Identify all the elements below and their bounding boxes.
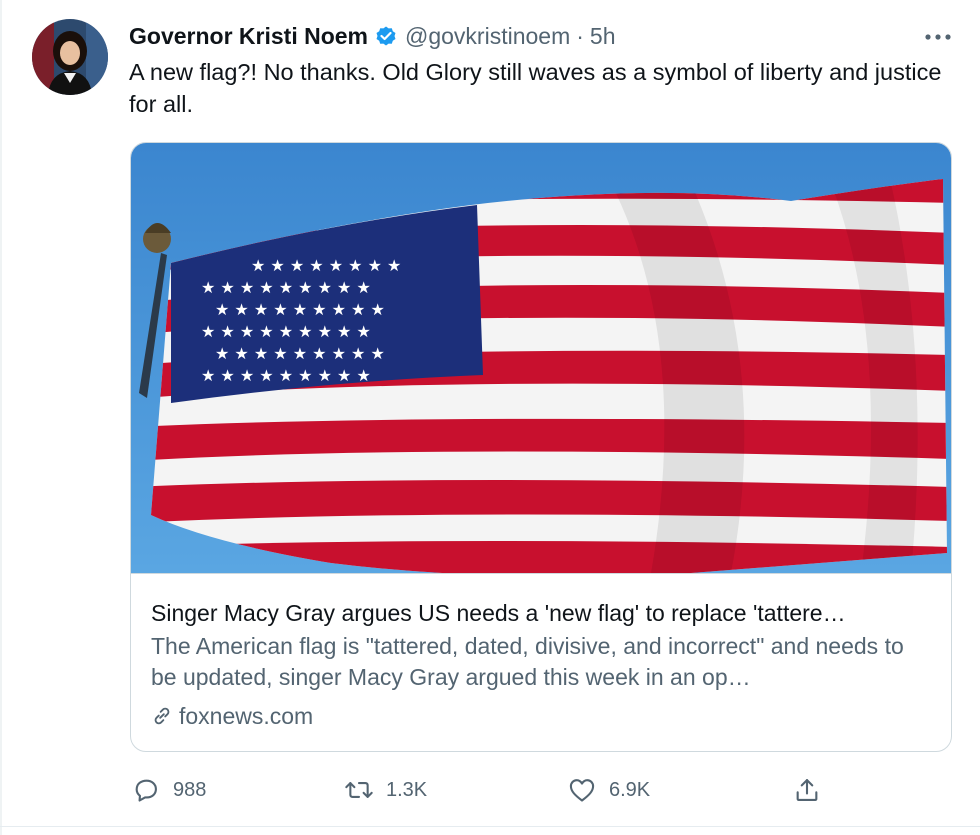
svg-text:★ ★ ★ ★ ★ ★ ★ ★ ★: ★ ★ ★ ★ ★ ★ ★ ★ ★ bbox=[201, 366, 371, 385]
like-button[interactable]: 6.9K bbox=[567, 770, 650, 810]
link-card[interactable]: ★ ★ ★ ★ ★ ★ ★ ★ ★ ★ ★ ★ ★ ★ ★ ★ ★ ★ ★ ★ … bbox=[130, 142, 952, 752]
svg-text:★ ★ ★ ★ ★ ★ ★ ★ ★: ★ ★ ★ ★ ★ ★ ★ ★ ★ bbox=[215, 300, 385, 319]
card-domain-text: foxnews.com bbox=[179, 703, 314, 729]
header-separator: · bbox=[576, 22, 584, 49]
tweet-divider bbox=[0, 826, 980, 827]
link-icon bbox=[151, 705, 173, 727]
more-options-icon bbox=[925, 34, 951, 40]
svg-text:★ ★ ★ ★ ★ ★ ★ ★: ★ ★ ★ ★ ★ ★ ★ ★ bbox=[251, 256, 401, 275]
svg-text:★ ★ ★ ★ ★ ★ ★ ★ ★: ★ ★ ★ ★ ★ ★ ★ ★ ★ bbox=[201, 322, 371, 341]
share-icon bbox=[792, 775, 822, 805]
svg-text:★ ★ ★ ★ ★ ★ ★ ★ ★: ★ ★ ★ ★ ★ ★ ★ ★ ★ bbox=[201, 278, 371, 297]
verified-badge-icon bbox=[374, 24, 398, 48]
reply-count: 988 bbox=[173, 778, 207, 801]
card-title[interactable]: Singer Macy Gray argues US needs a 'new … bbox=[151, 598, 933, 628]
like-count: 6.9K bbox=[609, 778, 651, 801]
like-icon bbox=[567, 775, 597, 805]
tweet-header: Governor Kristi Noem @govkristinoem · 5h bbox=[129, 20, 616, 52]
tweet-timestamp[interactable]: 5h bbox=[590, 23, 616, 50]
tweet-text: A new flag?! No thanks. Old Glory still … bbox=[129, 59, 942, 117]
svg-text:★ ★ ★ ★ ★ ★ ★ ★ ★: ★ ★ ★ ★ ★ ★ ★ ★ ★ bbox=[215, 344, 385, 363]
card-image[interactable]: ★ ★ ★ ★ ★ ★ ★ ★ ★ ★ ★ ★ ★ ★ ★ ★ ★ ★ ★ ★ … bbox=[131, 143, 951, 574]
share-button[interactable] bbox=[792, 770, 822, 810]
retweet-button[interactable]: 1.3K bbox=[344, 770, 427, 810]
reply-button[interactable]: 988 bbox=[131, 770, 206, 810]
avatar[interactable] bbox=[32, 19, 108, 95]
retweet-count: 1.3K bbox=[386, 778, 428, 801]
author-name[interactable]: Governor Kristi Noem bbox=[129, 23, 368, 50]
tweet-container[interactable]: Governor Kristi Noem @govkristinoem · 5h… bbox=[0, 0, 980, 835]
action-bar: 988 1.3K 6.9K bbox=[0, 770, 980, 810]
card-domain[interactable]: foxnews.com bbox=[151, 701, 313, 731]
retweet-icon bbox=[344, 775, 374, 805]
reply-icon bbox=[131, 775, 161, 805]
timeline-divider bbox=[0, 0, 2, 835]
more-options-button[interactable] bbox=[922, 25, 954, 49]
author-handle[interactable]: @govkristinoem bbox=[405, 23, 570, 50]
card-description: The American flag is "tattered, dated, d… bbox=[151, 633, 904, 690]
